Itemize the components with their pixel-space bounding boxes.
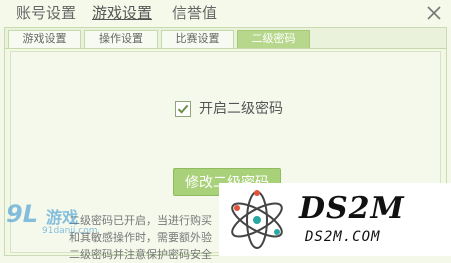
watermark-ds2m: DS2M DS2M.COM	[219, 183, 451, 256]
enable-password-label: 开启二级密码	[199, 101, 283, 117]
close-icon[interactable]	[425, 4, 443, 22]
check-icon	[177, 104, 189, 114]
watermark-91danji: 9L 游戏 91danji.com	[2, 200, 107, 240]
sub-tab-bar: 游戏设置 操作设置 比赛设置 二级密码	[5, 28, 446, 49]
subtab-game-settings[interactable]: 游戏设置	[8, 30, 81, 48]
enable-password-checkbox[interactable]	[175, 101, 191, 117]
tab-account-settings[interactable]: 账号设置	[16, 3, 76, 23]
watermark-cn-text: 游戏	[46, 208, 79, 227]
subtab-match-settings[interactable]: 比赛设置	[161, 30, 234, 48]
watermark-url: 91danji.com	[42, 226, 98, 236]
subtab-operation-settings[interactable]: 操作设置	[84, 30, 158, 48]
watermark-brand-url: DS2M.COM	[305, 229, 381, 245]
tab-reputation[interactable]: 信誉值	[172, 3, 217, 23]
subtab-secondary-password[interactable]: 二级密码	[237, 30, 310, 48]
tab-game-settings[interactable]: 游戏设置	[92, 3, 152, 23]
atom-logo-icon	[231, 190, 283, 249]
watermark-brand: DS2M	[299, 191, 405, 226]
watermark-logo-text: 9L	[6, 200, 38, 228]
top-nav: 账号设置 游戏设置 信誉值	[0, 0, 451, 27]
